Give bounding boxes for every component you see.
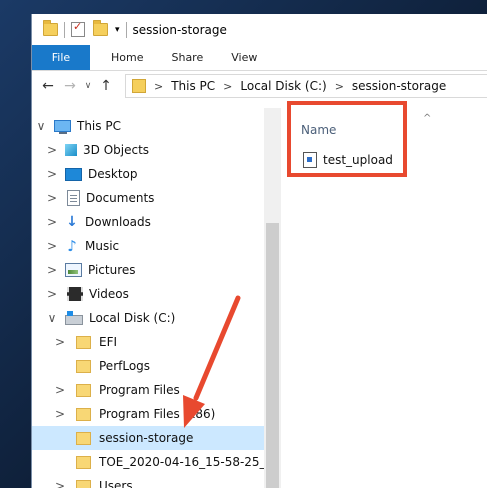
file-explorer-window: ▾ session-storage File Home Share View ←…: [31, 14, 487, 488]
tree-item-session-storage[interactable]: session-storage: [32, 426, 264, 450]
up-button[interactable]: ↑: [95, 78, 117, 94]
folder-icon: [76, 455, 91, 469]
title-bar: ▾ session-storage: [32, 14, 487, 45]
chevron-right-icon[interactable]: >: [46, 191, 58, 205]
tree-item-label: EFI: [99, 335, 118, 349]
tree-item-label: Program Files: [99, 383, 180, 397]
folder-icon: [76, 431, 91, 445]
chevron-right-icon[interactable]: >: [46, 215, 58, 229]
tree-item-label: Downloads: [85, 215, 151, 229]
downloads-icon: ↓: [66, 214, 78, 230]
tree-item-label: Program Files (x86): [99, 407, 216, 421]
tree-item-3d-objects[interactable]: > 3D Objects: [32, 138, 264, 162]
navigation-bar: ← → ∨ ↑ > This PC > Local Disk (C:) > se…: [32, 71, 487, 101]
breadcrumb-local-disk[interactable]: Local Disk (C:): [240, 79, 326, 93]
tree-item-music[interactable]: > ♪ Music: [32, 234, 264, 258]
customize-toolbar-dropdown-icon[interactable]: ▾: [115, 25, 120, 35]
chevron-right-icon[interactable]: >: [46, 263, 58, 277]
tab-home[interactable]: Home: [90, 45, 157, 70]
tree-item-label: 3D Objects: [83, 143, 150, 157]
scrollbar-thumb[interactable]: [266, 223, 279, 488]
ribbon-tabs: File Home Share View: [32, 45, 487, 71]
chevron-right-icon[interactable]: >: [54, 383, 66, 397]
tree-item-program-files-x86[interactable]: > Program Files (x86): [32, 402, 264, 426]
tab-share[interactable]: Share: [157, 45, 217, 70]
drive-icon: [65, 311, 83, 325]
computer-icon: [54, 120, 71, 134]
tree-item-label: Pictures: [88, 263, 136, 277]
tree-item-videos[interactable]: > Videos: [32, 282, 264, 306]
breadcrumb-separator: >: [334, 79, 344, 93]
videos-icon: [67, 287, 83, 301]
folder-icon: [76, 407, 91, 421]
music-icon: ♪: [67, 237, 77, 255]
tree-item-documents[interactable]: > Documents: [32, 186, 264, 210]
tree-item-label: Local Disk (C:): [89, 311, 176, 325]
desktop-icon: [65, 167, 82, 181]
tree-item-label: Desktop: [88, 167, 138, 181]
chevron-down-icon[interactable]: ∨: [46, 311, 58, 325]
tree-item-local-disk[interactable]: ∨ Local Disk (C:): [32, 306, 264, 330]
tree-item-this-pc[interactable]: ∨ This PC: [32, 114, 264, 138]
tree-item-users[interactable]: > Users: [32, 474, 264, 488]
divider: [64, 21, 65, 38]
nav-pane-scrollbar[interactable]: [264, 108, 281, 488]
tree-item-toe-folder[interactable]: TOE_2020-04-16_15-58-25_UTC-0: [32, 450, 264, 474]
folder-icon: [76, 479, 91, 488]
tree-item-efi[interactable]: > EFI: [32, 330, 264, 354]
breadcrumb-separator: >: [154, 79, 164, 93]
chevron-right-icon[interactable]: >: [54, 335, 66, 349]
chevron-right-icon[interactable]: >: [46, 143, 58, 157]
new-folder-icon[interactable]: [93, 20, 108, 36]
tree-item-downloads[interactable]: > ↓ Downloads: [32, 210, 264, 234]
folder-icon: [43, 20, 58, 36]
breadcrumb-this-pc[interactable]: This PC: [171, 79, 215, 93]
breadcrumb-session-storage[interactable]: session-storage: [352, 79, 446, 93]
folder-icon: [76, 335, 91, 349]
folder-icon: [132, 79, 146, 93]
forward-button[interactable]: →: [59, 78, 81, 94]
tree-item-program-files[interactable]: > Program Files: [32, 378, 264, 402]
tree-item-label: session-storage: [99, 431, 194, 445]
tab-file[interactable]: File: [32, 45, 90, 70]
highlight-box-annotation: [287, 101, 407, 177]
tree-item-label: TOE_2020-04-16_15-58-25_UTC-0: [99, 455, 264, 469]
tree-item-label: Videos: [89, 287, 129, 301]
documents-icon: [67, 190, 80, 206]
tree-item-desktop[interactable]: > Desktop: [32, 162, 264, 186]
tab-view[interactable]: View: [217, 45, 271, 70]
tree-item-perflogs[interactable]: PerfLogs: [32, 354, 264, 378]
properties-icon[interactable]: [71, 20, 85, 37]
chevron-right-icon[interactable]: >: [54, 479, 66, 488]
tree-item-label: Music: [85, 239, 120, 253]
chevron-right-icon[interactable]: >: [46, 239, 58, 253]
sort-ascending-icon: ^: [423, 113, 432, 124]
navigation-pane: ∨ This PC > 3D Objects > Desktop > Docum…: [32, 108, 281, 488]
chevron-down-icon[interactable]: ∨: [35, 119, 47, 133]
tree-item-label: This PC: [77, 119, 121, 133]
chevron-right-icon[interactable]: >: [54, 407, 66, 421]
pictures-icon: [65, 263, 82, 277]
folder-icon: [76, 359, 91, 373]
recent-locations-button[interactable]: ∨: [81, 81, 95, 91]
chevron-right-icon[interactable]: >: [46, 167, 58, 181]
folder-icon: [76, 383, 91, 397]
address-bar[interactable]: > This PC > Local Disk (C:) > session-st…: [125, 74, 487, 98]
back-button[interactable]: ←: [37, 78, 59, 94]
window-title: session-storage: [132, 22, 227, 37]
chevron-right-icon[interactable]: >: [46, 287, 58, 301]
3d-objects-icon: [65, 144, 77, 156]
tree-item-pictures[interactable]: > Pictures: [32, 258, 264, 282]
tree-item-label: Documents: [86, 191, 155, 205]
tree-item-label: PerfLogs: [99, 359, 151, 373]
breadcrumb-separator: >: [223, 79, 233, 93]
divider: [125, 21, 127, 38]
tree-item-label: Users: [99, 479, 133, 488]
